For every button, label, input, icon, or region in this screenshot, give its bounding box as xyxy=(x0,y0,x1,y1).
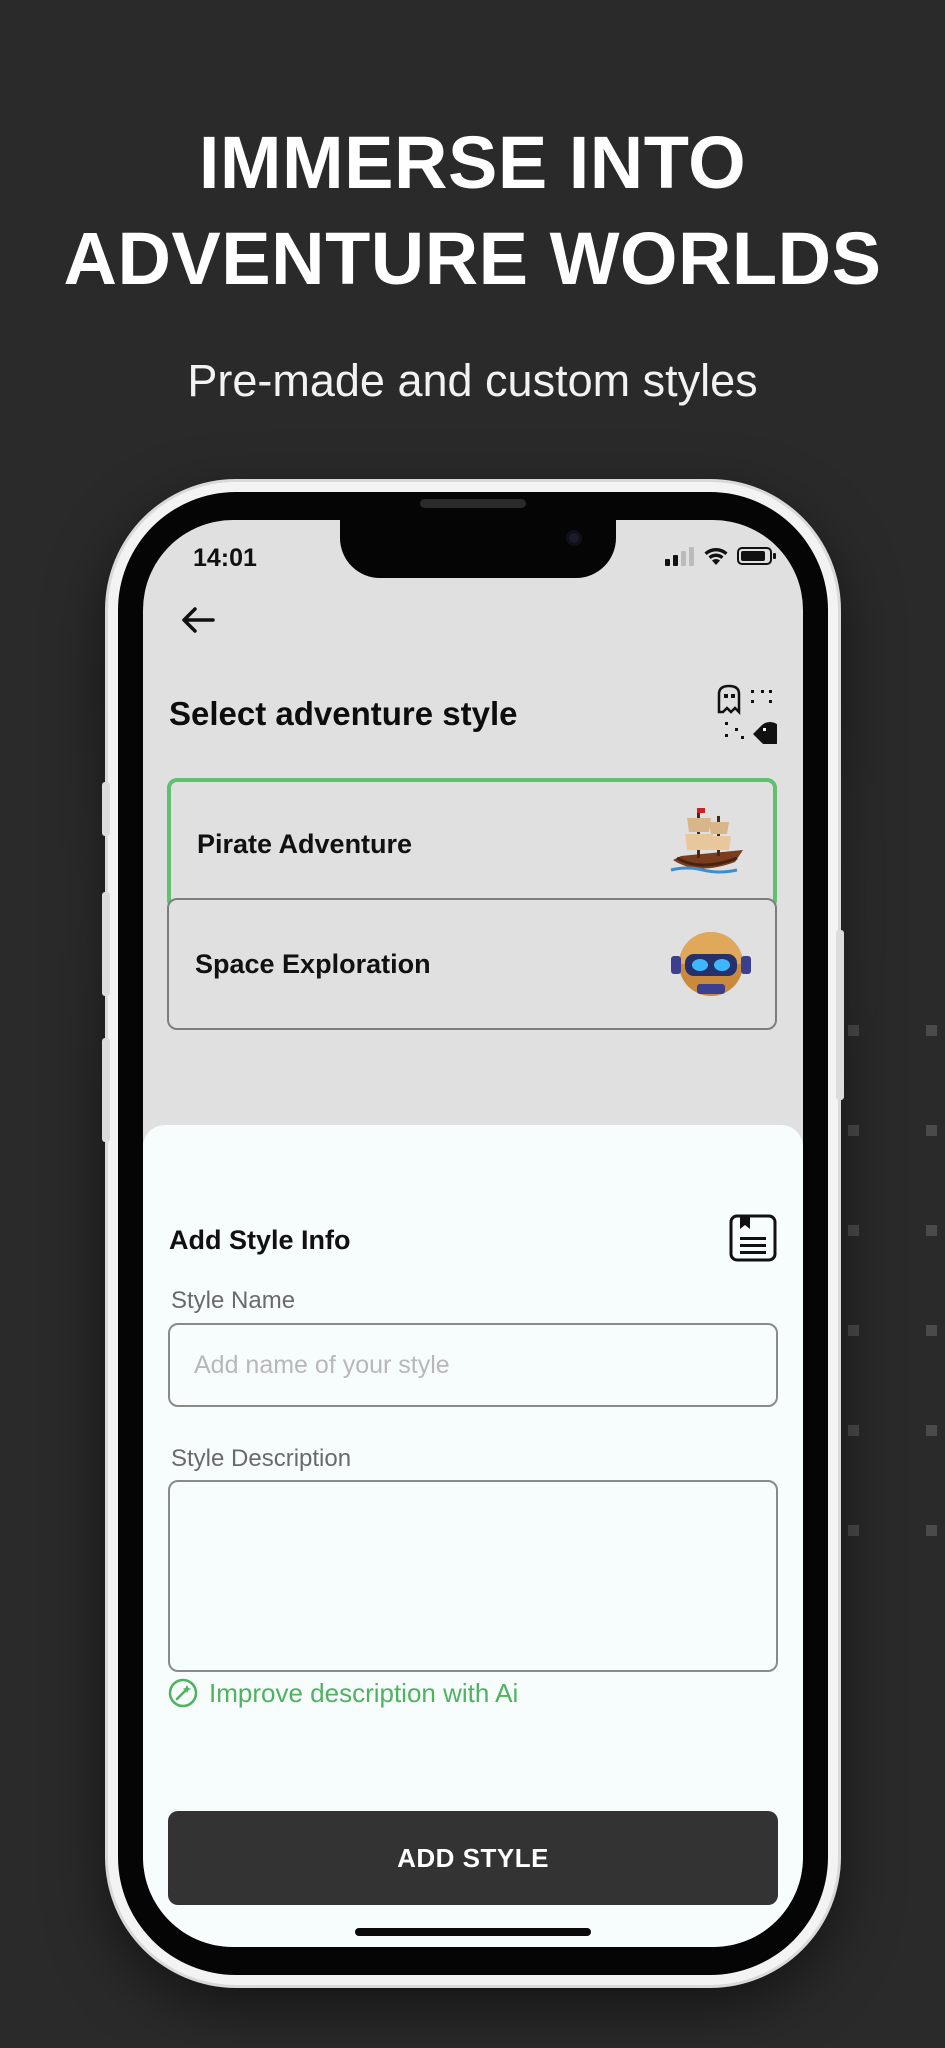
phone-power-button xyxy=(836,930,844,1100)
pixel-ghost-pacman-icon xyxy=(717,684,777,744)
back-button[interactable] xyxy=(179,600,219,640)
app-screen: 14:01 Select adventure style Pirate Adve… xyxy=(143,520,803,1947)
page-title: Select adventure style xyxy=(169,695,518,732)
style-description-label: Style Description xyxy=(171,1445,352,1472)
phone-notch xyxy=(340,520,616,578)
phone-volume-down xyxy=(102,1038,110,1142)
add-style-sheet: Add Style Info Style Name Style Descript… xyxy=(143,1125,803,1947)
style-card-space[interactable]: Space Exploration xyxy=(167,898,777,1030)
headline-line-1: IMMERSE INTO xyxy=(198,121,747,204)
headline-line-2: ADVENTURE WORLDS xyxy=(63,217,882,300)
camera-icon xyxy=(566,530,582,546)
status-time: 14:01 xyxy=(193,544,257,572)
decorative-dot-grid xyxy=(848,1025,945,1536)
pirate-ship-icon xyxy=(670,808,743,874)
style-card-label: Space Exploration xyxy=(195,948,431,979)
style-card-label: Pirate Adventure xyxy=(197,828,413,859)
add-style-button[interactable]: ADD STYLE xyxy=(168,1811,778,1905)
promo-headline: IMMERSE INTO ADVENTURE WORLDS xyxy=(0,115,945,307)
robot-helmet-icon xyxy=(671,932,751,996)
phone-mute-switch xyxy=(102,782,110,836)
improve-with-ai-label: Improve description with Ai xyxy=(209,1677,519,1708)
wifi-icon xyxy=(704,548,728,565)
style-description-input[interactable] xyxy=(168,1480,778,1672)
home-indicator xyxy=(355,1928,591,1936)
style-name-input[interactable] xyxy=(168,1323,778,1407)
promo-subheadline: Pre-made and custom styles xyxy=(187,355,758,406)
cellular-signal-icon xyxy=(665,547,694,566)
back-arrow-icon xyxy=(182,607,215,633)
add-style-title: Add Style Info xyxy=(169,1225,351,1255)
improve-with-ai-link[interactable]: Improve description with Ai xyxy=(167,1677,518,1709)
style-card-pirate[interactable]: Pirate Adventure xyxy=(167,778,777,910)
style-name-label: Style Name xyxy=(171,1287,296,1314)
status-icons xyxy=(665,546,777,566)
ai-sparkle-compass-icon xyxy=(168,1678,198,1708)
phone-volume-up xyxy=(102,892,110,996)
document-icon xyxy=(729,1214,777,1262)
battery-icon xyxy=(737,547,776,565)
phone-speaker xyxy=(420,499,526,508)
